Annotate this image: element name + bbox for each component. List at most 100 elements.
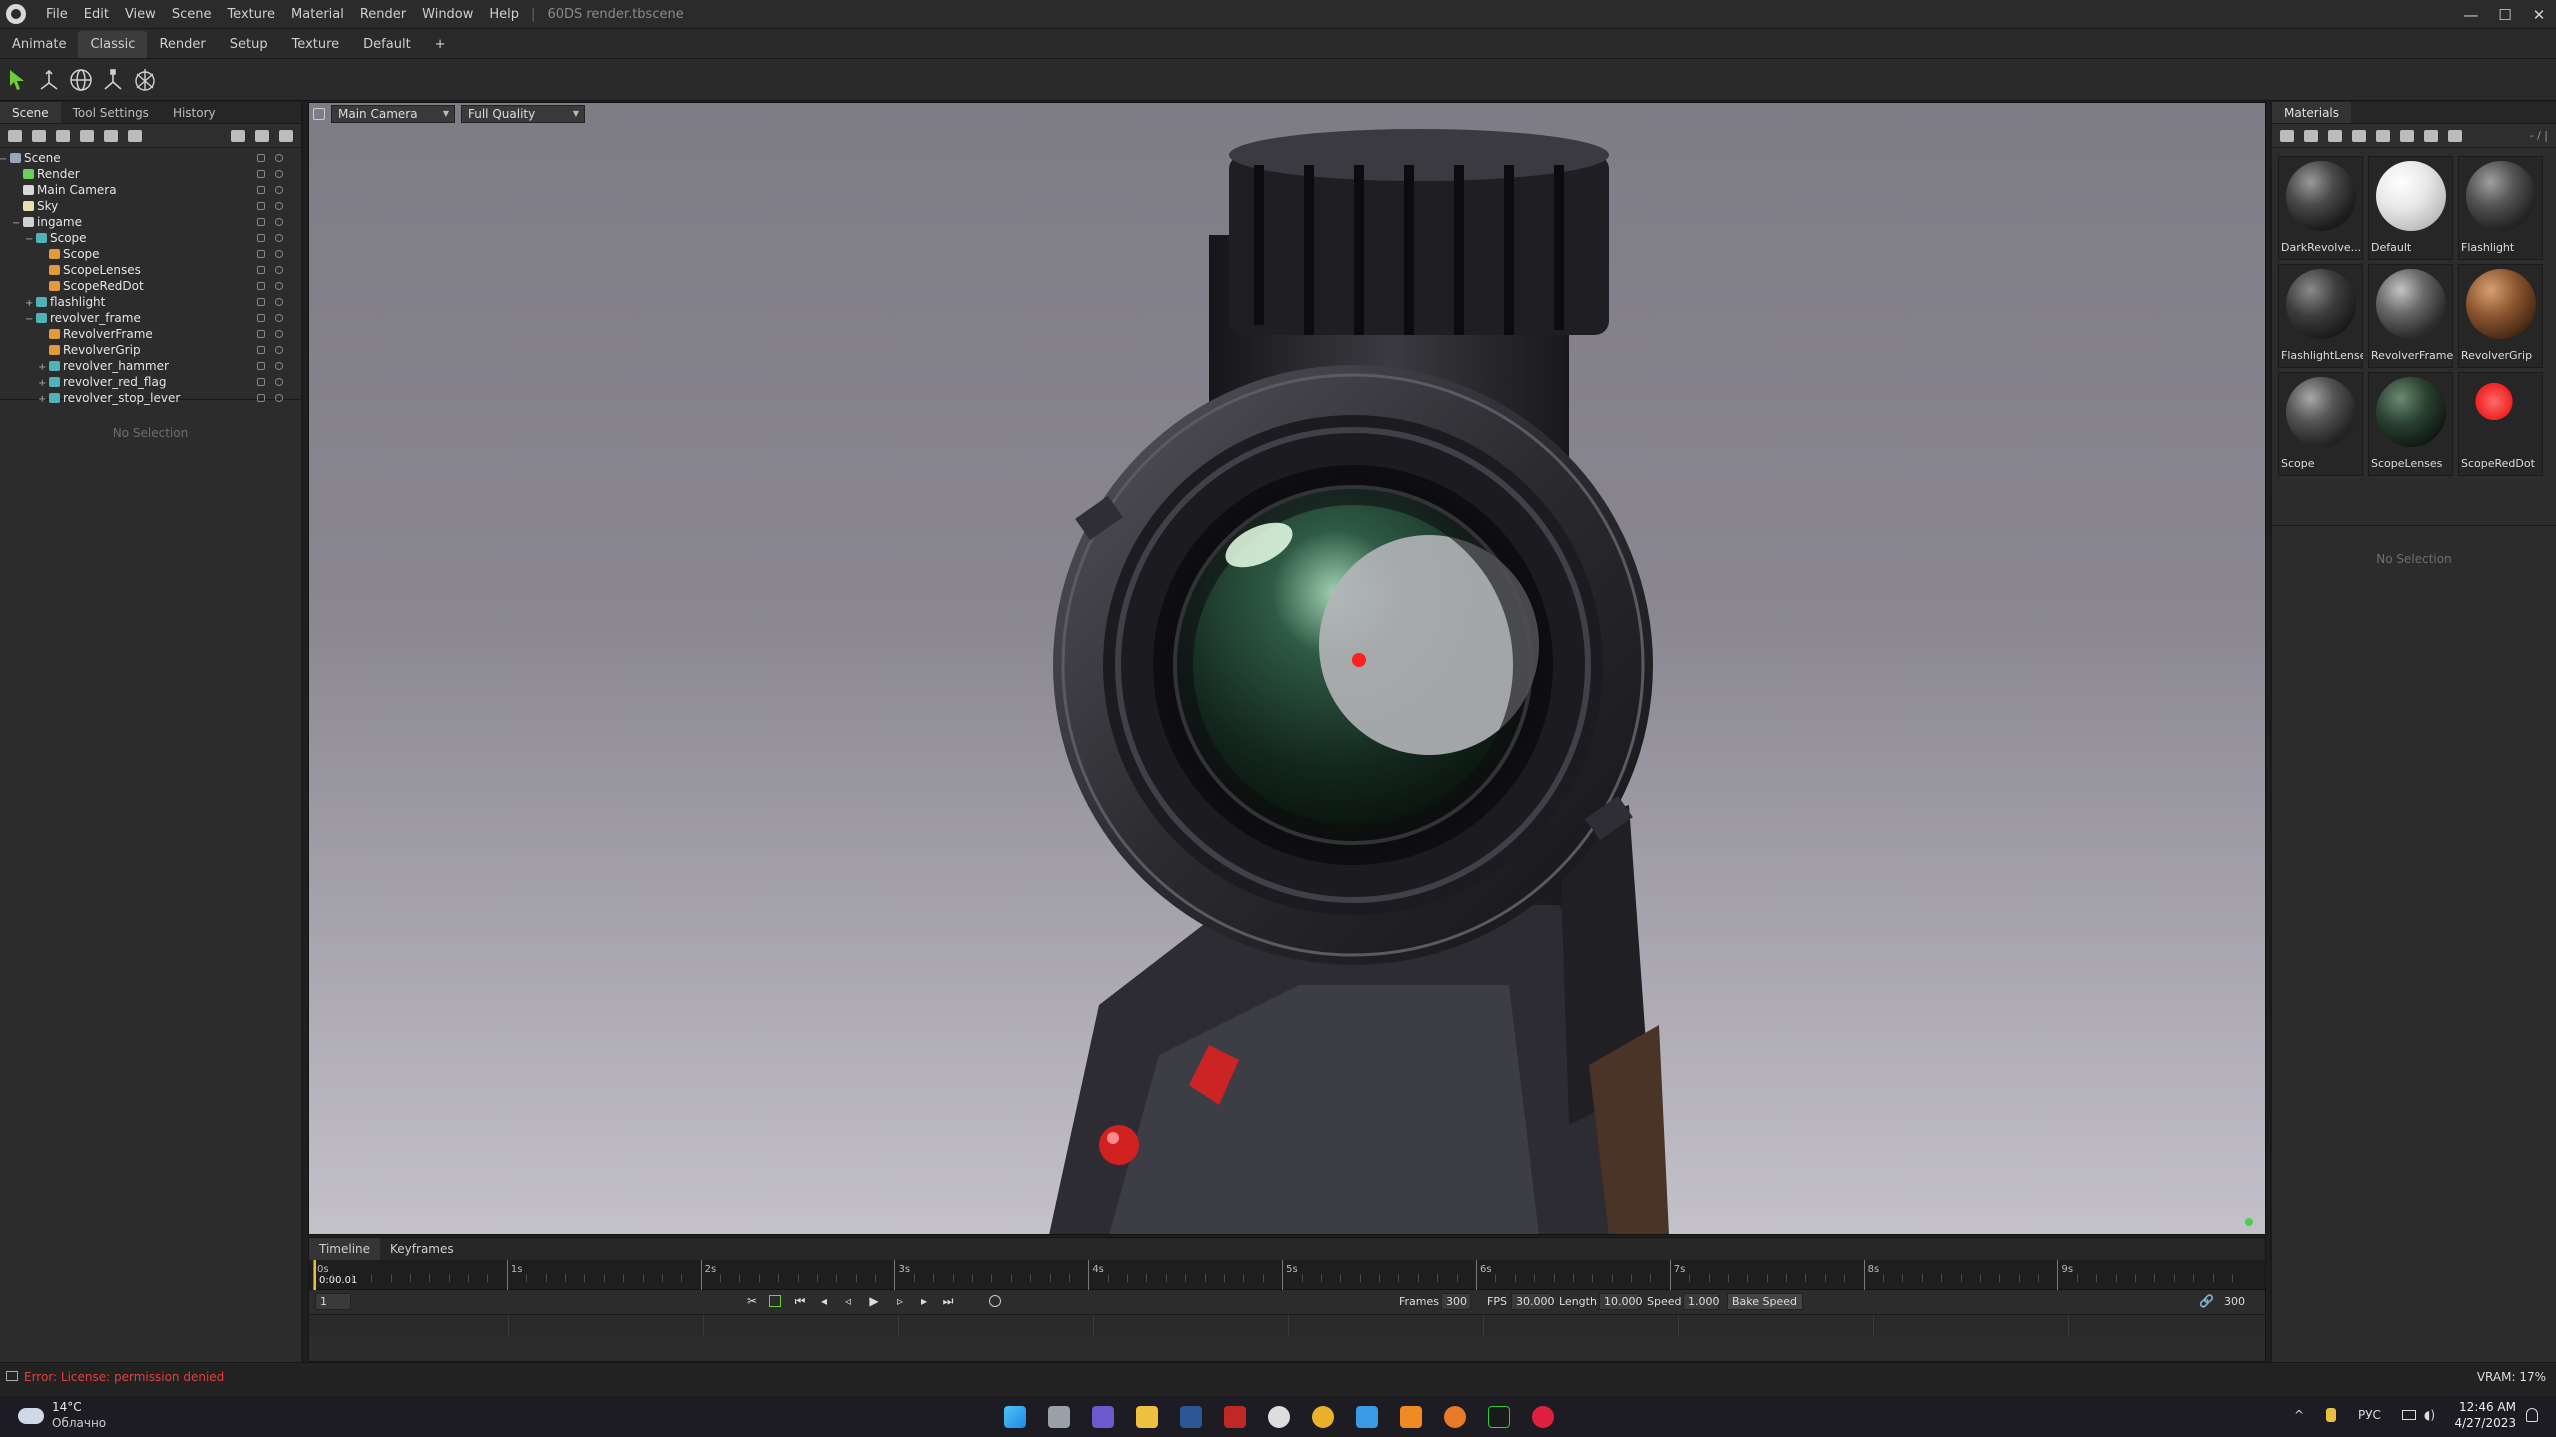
- length-field[interactable]: 10.000: [1599, 1293, 1643, 1310]
- prev-key-icon[interactable]: ◂: [817, 1294, 831, 1308]
- lock-icon[interactable]: [257, 298, 265, 306]
- tab-classic[interactable]: Classic: [78, 31, 148, 58]
- add-light-icon[interactable]: [32, 129, 46, 142]
- material-thumbnail[interactable]: Flashlight: [2458, 156, 2543, 260]
- powershell-icon[interactable]: [1180, 1406, 1202, 1428]
- tab-keyframes[interactable]: Keyframes: [380, 1238, 464, 1260]
- material-thumbnail[interactable]: Default: [2368, 156, 2453, 260]
- scene-tree-item[interactable]: Render: [0, 166, 295, 182]
- scene-tree-item[interactable]: Main Camera: [0, 182, 295, 198]
- duplicate-icon[interactable]: [255, 129, 269, 142]
- visibility-icon[interactable]: [275, 346, 283, 354]
- lock-icon[interactable]: [257, 330, 265, 338]
- tab-animate[interactable]: Animate: [0, 31, 78, 58]
- lock-icon[interactable]: [257, 202, 265, 210]
- menu-help[interactable]: Help: [481, 7, 527, 22]
- visibility-icon[interactable]: [275, 378, 283, 386]
- tab-timeline[interactable]: Timeline: [309, 1238, 381, 1260]
- visibility-icon[interactable]: [275, 298, 283, 306]
- quality-dropdown[interactable]: Full Quality: [461, 105, 585, 123]
- lock-icon[interactable]: [257, 314, 265, 322]
- lock-icon[interactable]: [257, 362, 265, 370]
- menu-window[interactable]: Window: [414, 7, 481, 22]
- skip-start-icon[interactable]: ⏮: [793, 1294, 807, 1308]
- merge-material-icon[interactable]: [2328, 129, 2342, 142]
- scene-tree-item[interactable]: − Scene: [0, 150, 295, 166]
- task-view-icon[interactable]: [1048, 1406, 1070, 1428]
- github-icon[interactable]: [1268, 1406, 1290, 1428]
- lock-icon[interactable]: [257, 234, 265, 242]
- tray-chevron-icon[interactable]: ^: [2294, 1408, 2304, 1422]
- 3d-viewport[interactable]: Main Camera Full Quality: [308, 102, 2266, 1235]
- material-thumbnail[interactable]: RevolverGrip: [2458, 264, 2543, 368]
- add-material-icon[interactable]: [2280, 129, 2294, 142]
- speed-field[interactable]: 1.000: [1683, 1293, 1720, 1310]
- tab-texture[interactable]: Texture: [280, 31, 352, 58]
- keyframe-track[interactable]: [309, 1314, 2265, 1337]
- material-thumbnail[interactable]: RevolverFrame: [2368, 264, 2453, 368]
- lock-icon[interactable]: [257, 282, 265, 290]
- skip-end-icon[interactable]: ⏭: [941, 1294, 955, 1308]
- settings-icon[interactable]: [2424, 129, 2438, 142]
- delete-material-icon[interactable]: [2376, 129, 2390, 142]
- visibility-icon[interactable]: [275, 186, 283, 194]
- visibility-icon[interactable]: [275, 170, 283, 178]
- visibility-icon[interactable]: [275, 394, 283, 402]
- minimize-button[interactable]: —: [2454, 0, 2488, 29]
- visibility-icon[interactable]: [275, 314, 283, 322]
- move-tool-icon[interactable]: [36, 67, 62, 93]
- material-thumbnail[interactable]: Scope: [2278, 372, 2363, 476]
- lock-icon[interactable]: [257, 378, 265, 386]
- scene-tree-item[interactable]: Sky: [0, 198, 295, 214]
- delete-icon[interactable]: [279, 129, 293, 142]
- lock-icon[interactable]: [257, 170, 265, 178]
- scene-tree-item[interactable]: ScopeRedDot: [0, 278, 295, 294]
- app-icon-1[interactable]: [1224, 1406, 1246, 1428]
- add-workspace-button[interactable]: +: [423, 31, 458, 58]
- timeline-ruler[interactable]: 0:00.01 0s 1s 2s 3s 4s 5s 6s 7s 8s 9s: [309, 1260, 2265, 1290]
- refresh-icon[interactable]: [2448, 129, 2462, 142]
- scene-tree-item[interactable]: + revolver_stop_lever: [0, 390, 295, 406]
- transform-tool-icon[interactable]: [132, 67, 158, 93]
- lock-icon[interactable]: [257, 346, 265, 354]
- visibility-icon[interactable]: [275, 266, 283, 274]
- duplicate-material-icon[interactable]: [2304, 129, 2318, 142]
- menu-view[interactable]: View: [117, 7, 164, 22]
- scene-tree-item[interactable]: − revolver_frame: [0, 310, 295, 326]
- loop-icon[interactable]: [769, 1295, 781, 1307]
- tab-scene[interactable]: Scene: [0, 102, 61, 123]
- visibility-icon[interactable]: [275, 154, 283, 162]
- material-thumbnail[interactable]: DarkRevolve...: [2278, 156, 2363, 260]
- teams-icon[interactable]: [1092, 1406, 1114, 1428]
- volume-icon[interactable]: ◖): [2424, 1408, 2435, 1422]
- menu-texture[interactable]: Texture: [219, 7, 283, 22]
- scene-tree-item[interactable]: − Scope: [0, 230, 295, 246]
- material-thumbnail[interactable]: FlashlightLense: [2278, 264, 2363, 368]
- tab-render[interactable]: Render: [147, 31, 217, 58]
- toolbag-icon[interactable]: [1532, 1406, 1554, 1428]
- material-thumbnail[interactable]: ScopeLenses: [2368, 372, 2453, 476]
- close-button[interactable]: ✕: [2522, 0, 2556, 29]
- play-reverse-icon[interactable]: ◃: [841, 1294, 855, 1308]
- lock-icon[interactable]: [257, 250, 265, 258]
- link-icon[interactable]: 🔗: [2199, 1294, 2214, 1308]
- cut-icon[interactable]: ✂: [745, 1294, 759, 1308]
- scene-tree-item[interactable]: RevolverFrame: [0, 326, 295, 342]
- scene-tree-item[interactable]: RevolverGrip: [0, 342, 295, 358]
- add-object-icon[interactable]: [8, 129, 22, 142]
- lock-icon[interactable]: [257, 218, 265, 226]
- weather-icon[interactable]: [18, 1408, 44, 1424]
- blender-icon[interactable]: [1444, 1406, 1466, 1428]
- maximize-button[interactable]: ☐: [2488, 0, 2522, 29]
- add-camera-icon[interactable]: [56, 129, 70, 142]
- select-tool-icon[interactable]: [4, 67, 30, 93]
- fps-field[interactable]: 30.000: [1511, 1293, 1555, 1310]
- visibility-icon[interactable]: [275, 282, 283, 290]
- tab-tool-settings[interactable]: Tool Settings: [61, 102, 161, 123]
- visibility-icon[interactable]: [275, 362, 283, 370]
- next-frame-icon[interactable]: ▹: [893, 1294, 907, 1308]
- scale-tool-icon[interactable]: [100, 67, 126, 93]
- scene-tree-item[interactable]: + revolver_hammer: [0, 358, 295, 374]
- next-key-icon[interactable]: ▸: [917, 1294, 931, 1308]
- visibility-icon[interactable]: [275, 250, 283, 258]
